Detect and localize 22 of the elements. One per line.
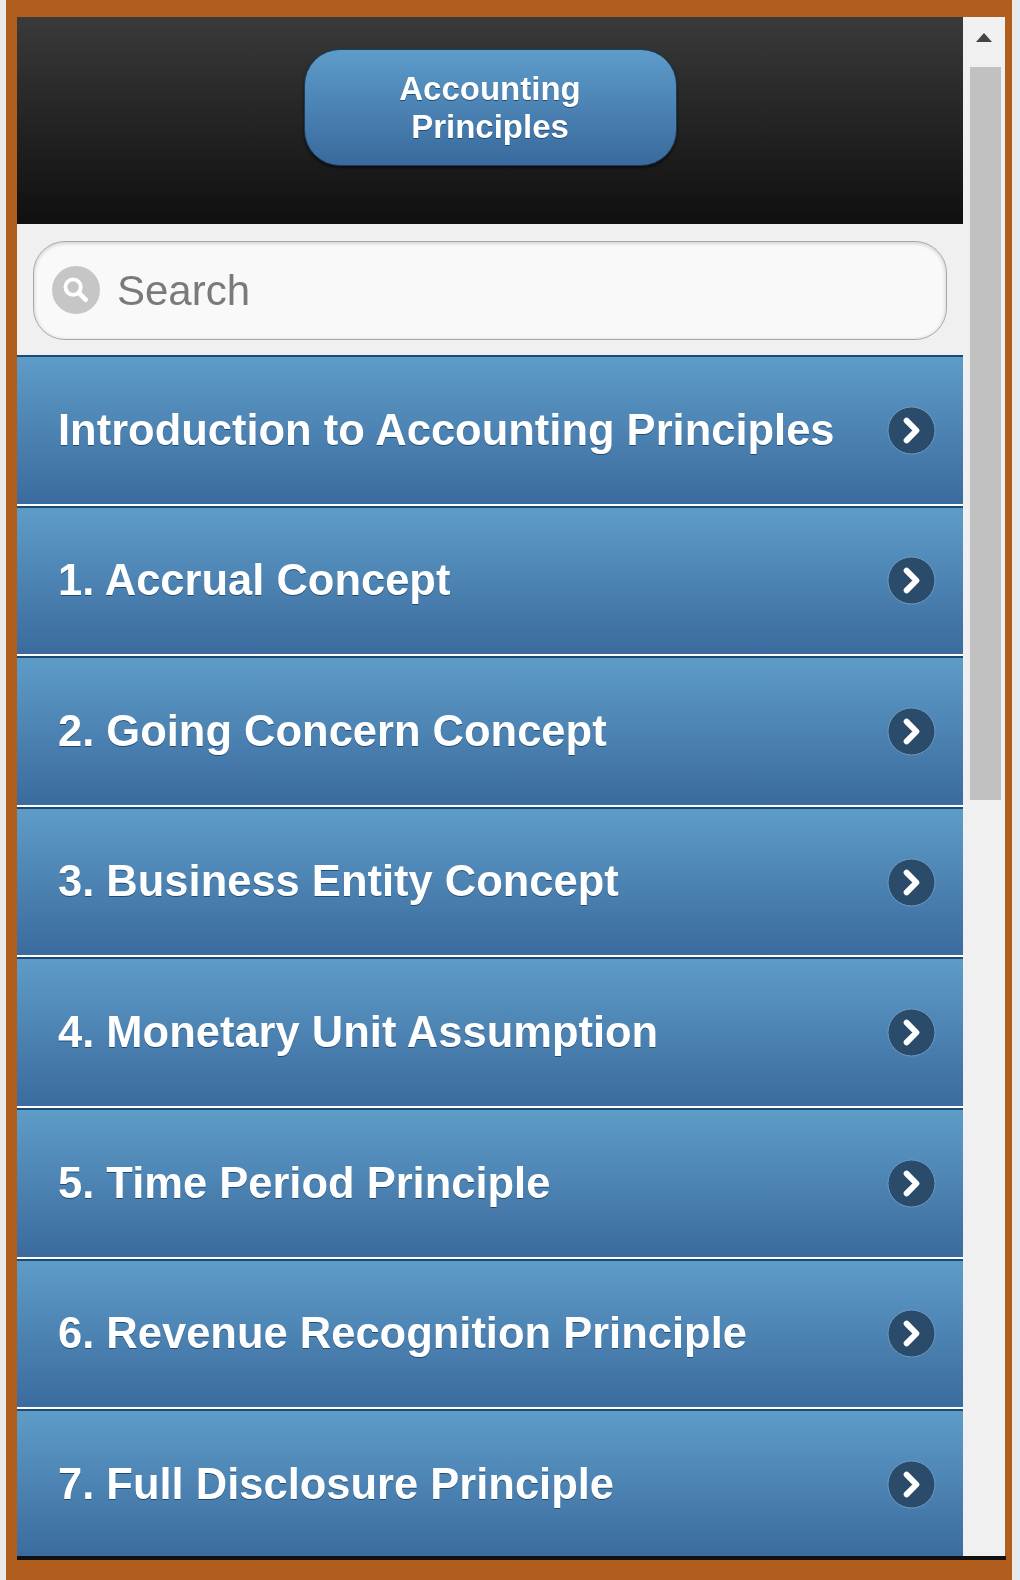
search-field[interactable]: Search: [33, 241, 947, 340]
chevron-right-icon: [887, 1309, 936, 1359]
chevron-right-icon: [887, 1158, 936, 1208]
scrollbar[interactable]: [963, 17, 1005, 1556]
topic-list-item[interactable]: 5. Time Period Principle: [17, 1107, 963, 1257]
chevron-right-icon: [887, 405, 936, 455]
topic-list-item[interactable]: 4. Monetary Unit Assumption: [17, 957, 963, 1106]
chevron-right-icon: [887, 556, 936, 606]
topic-list-item[interactable]: 7. Full Disclosure Principle: [17, 1409, 963, 1556]
topic-list-item[interactable]: 1. Accrual Concept: [17, 505, 963, 655]
topic-list-item[interactable]: Introduction to Accounting Principles: [17, 355, 963, 504]
chevron-right-icon: [887, 707, 936, 756]
chevron-right-icon: [887, 857, 936, 907]
topic-list-item[interactable]: 2. Going Concern Concept: [17, 656, 963, 805]
scrollbar-thumb[interactable]: [969, 67, 1001, 800]
search-icon: [52, 266, 100, 314]
chevron-right-icon: [887, 1008, 936, 1058]
chevron-right-icon: [887, 1459, 936, 1509]
scroll-up-arrow-icon[interactable]: [976, 33, 992, 42]
title-button[interactable]: Accounting Principles: [303, 49, 677, 166]
topic-list-item[interactable]: 3. Business Entity Concept: [17, 806, 963, 956]
topic-list-item[interactable]: 6. Revenue Recognition Principle: [17, 1258, 963, 1408]
